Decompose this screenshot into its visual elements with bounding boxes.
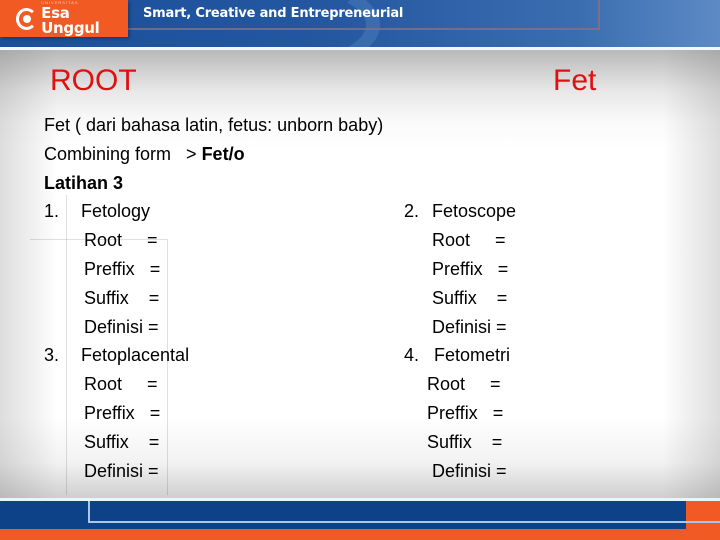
logo-text: Esa Unggul <box>41 4 100 37</box>
field-definisi: Definisi = <box>84 317 159 337</box>
field-prefix: Preffix = <box>84 403 161 423</box>
tagline: Smart, Creative and Entrepreneurial <box>143 6 404 21</box>
header-frame-right-line <box>598 0 600 30</box>
exercise-number: 1. <box>44 201 60 221</box>
field-suffix: Suffix = <box>84 432 160 452</box>
slide-title-fet: Fet <box>553 64 597 97</box>
combining-form-line: Combining form > Fet/o <box>44 144 245 164</box>
field-prefix: Preffix = <box>427 403 504 423</box>
header-frame-line <box>128 28 300 30</box>
exercise-term: Fetoscope <box>432 201 517 221</box>
ghost-line <box>66 195 67 495</box>
field-suffix: Suffix = <box>432 288 508 308</box>
field-prefix: Preffix = <box>432 259 509 279</box>
exercise-title: Latihan 3 <box>44 173 124 193</box>
footer-frame-line <box>88 521 720 523</box>
logo: UNIVERSITAS Esa Unggul <box>0 0 128 37</box>
exercise-number: 4. <box>404 345 420 365</box>
exercise-number: 2. <box>404 201 420 221</box>
field-root: Root = <box>432 230 506 250</box>
footer-frame-line <box>88 501 90 523</box>
exercise-number: 3. <box>44 345 60 365</box>
field-definisi: Definisi = <box>432 317 507 337</box>
header-banner: Smart, Creative and Entrepreneurial UNIV… <box>0 0 720 47</box>
field-suffix: Suffix = <box>427 432 503 452</box>
footer-accent-bottom <box>0 529 720 540</box>
header-frame-bottom-line <box>300 28 600 30</box>
combining-form-value: Fet/o <box>201 144 245 164</box>
exercise-term: Fetometri <box>434 345 511 365</box>
ghost-line <box>167 239 168 495</box>
exercise-term: Fetology <box>81 201 151 221</box>
slide-title-root: ROOT <box>50 64 137 97</box>
field-prefix: Preffix = <box>84 259 161 279</box>
field-root: Root = <box>427 374 501 394</box>
esa-unggul-logo-icon <box>16 7 38 30</box>
field-definisi: Definisi = <box>432 461 507 481</box>
footer-bar <box>0 501 686 529</box>
exercise-term: Fetoplacental <box>81 345 190 365</box>
intro-text: Fet ( dari bahasa latin, fetus: unborn b… <box>44 115 384 135</box>
combining-form-label: Combining form > <box>44 144 202 164</box>
field-definisi: Definisi = <box>84 461 159 481</box>
field-root: Root = <box>84 374 158 394</box>
field-root: Root = <box>84 230 158 250</box>
field-suffix: Suffix = <box>84 288 160 308</box>
footer-accent-right <box>686 501 720 529</box>
